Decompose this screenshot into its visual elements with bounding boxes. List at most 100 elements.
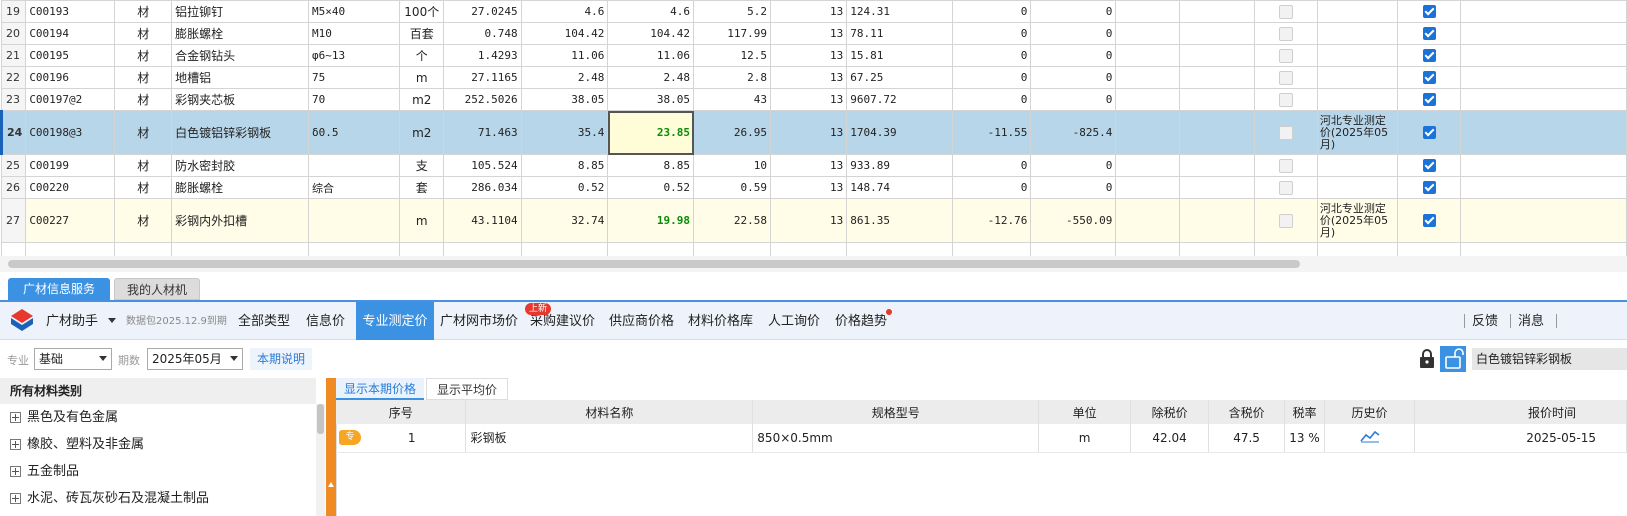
checkbox-checked-icon[interactable] — [1422, 126, 1436, 140]
difference-total[interactable]: -550.09 — [1030, 198, 1117, 243]
lock-checkbox[interactable] — [1254, 44, 1318, 67]
budget-price[interactable]: 104.42 — [520, 22, 609, 45]
row-number[interactable]: 20 — [0, 22, 27, 45]
difference-total[interactable]: 0 — [1030, 66, 1117, 89]
amount[interactable]: 67.25 — [846, 66, 954, 89]
row-number[interactable]: 24 — [0, 110, 27, 155]
material-unit[interactable]: m2 — [399, 110, 445, 155]
table-row[interactable]: 专 1 彩钢板 850×0.5mm m 42.04 47.5 13 % 2025… — [336, 424, 1627, 453]
checkbox-checked-icon[interactable] — [1422, 181, 1436, 195]
table-row[interactable]: 24 C00198@3 材白色镀铝锌彩钢板 δ0.5 m2 71.463 35.4 23.85… — [0, 110, 1627, 155]
tab-my-materials[interactable]: 我的人材机 — [114, 278, 200, 300]
material-code[interactable]: C00195 — [25, 44, 116, 67]
expand-icon[interactable] — [10, 412, 21, 423]
checkbox-checked-icon[interactable] — [1422, 159, 1436, 173]
price-source[interactable] — [1316, 66, 1399, 89]
budget-price[interactable]: 0.52 — [520, 176, 609, 199]
row-number[interactable]: 23 — [0, 88, 27, 111]
quantity[interactable]: 27.1165 — [443, 66, 522, 89]
quantity[interactable]: 1.4293 — [443, 44, 522, 67]
row-number[interactable]: 26 — [0, 176, 27, 199]
difference-total[interactable]: 0 — [1030, 22, 1117, 45]
tax-inclusive-price[interactable]: 12.5 — [693, 44, 772, 67]
budget-price[interactable]: 32.74 — [520, 198, 609, 243]
difference-total[interactable]: 0 — [1030, 0, 1117, 23]
tab-average-price[interactable]: 显示平均价 — [426, 378, 508, 400]
material-code[interactable]: C00196 — [25, 66, 116, 89]
period-notes-link[interactable]: 本期说明 — [250, 348, 313, 370]
material-unit[interactable]: m2 — [399, 88, 445, 111]
tree-scrollbar-thumb[interactable] — [317, 404, 324, 434]
table-row[interactable]: 25 C00199 材防水密封胶支 105.524 8.85 8.85 10 13 933.89… — [0, 154, 1627, 177]
selected-checkbox[interactable] — [1397, 0, 1462, 23]
tree-item-ferrous-metals[interactable]: 黑色及有色金属 — [10, 408, 118, 428]
menu-price-library[interactable]: 材料价格库 — [688, 302, 753, 340]
price-source[interactable] — [1316, 154, 1399, 177]
amount[interactable]: 933.89 — [846, 154, 954, 177]
tax-rate[interactable]: 13 — [770, 44, 848, 67]
tax-inclusive-price[interactable]: 2.8 — [693, 66, 772, 89]
material-type[interactable]: 材 — [114, 110, 173, 155]
tree-scrollbar[interactable] — [316, 404, 325, 516]
material-unit[interactable]: 100个 — [399, 0, 445, 23]
tax-inclusive-price[interactable]: 0.59 — [693, 176, 772, 199]
market-price[interactable]: 0.52 — [607, 176, 695, 199]
lock-checkbox-icon[interactable] — [1279, 180, 1294, 195]
material-type[interactable]: 材 — [114, 88, 173, 111]
budget-price[interactable]: 8.85 — [520, 154, 609, 177]
price-source[interactable] — [1316, 176, 1399, 199]
row-number[interactable]: 21 — [0, 44, 27, 67]
lock-checkbox-icon[interactable] — [1279, 70, 1294, 85]
quantity[interactable]: 43.1104 — [443, 198, 522, 243]
tree-item-cement-bricks[interactable]: 水泥、砖瓦灰砂石及混凝土制品 — [10, 489, 209, 509]
price-difference[interactable]: 0 — [952, 0, 1032, 23]
collapse-handle[interactable] — [326, 378, 336, 516]
lock-checkbox-icon[interactable] — [1279, 213, 1294, 228]
selected-checkbox[interactable] — [1397, 198, 1462, 243]
material-name[interactable]: 防水密封胶 — [171, 154, 309, 177]
tax-inclusive-price[interactable]: 117.99 — [693, 22, 772, 45]
difference-total[interactable]: -825.4 — [1030, 110, 1117, 155]
tax-rate[interactable]: 13 — [770, 110, 848, 155]
material-unit[interactable]: 百套 — [399, 22, 445, 45]
tab-guangcai-info-service[interactable]: 广材信息服务 — [8, 278, 110, 300]
material-code[interactable]: C00199 — [25, 154, 116, 177]
tree-item-hardware[interactable]: 五金制品 — [10, 462, 79, 482]
material-spec[interactable]: φ6~13 — [307, 44, 401, 67]
checkbox-checked-icon[interactable] — [1422, 49, 1436, 63]
material-spec[interactable] — [307, 154, 401, 177]
brand-name[interactable]: 广材助手 — [46, 302, 98, 340]
lock-checkbox-icon[interactable] — [1279, 125, 1294, 140]
row-number[interactable]: 25 — [0, 154, 27, 177]
menu-professional-price[interactable]: 专业测定价 — [356, 302, 434, 340]
quantity[interactable]: 0.748 — [443, 22, 522, 45]
row-number[interactable]: 27 — [0, 198, 27, 243]
lock-checkbox[interactable] — [1254, 198, 1318, 243]
amount[interactable]: 148.74 — [846, 176, 954, 199]
lock-checkbox-icon[interactable] — [1279, 26, 1294, 41]
selected-checkbox[interactable] — [1397, 88, 1462, 111]
amount[interactable]: 78.11 — [846, 22, 954, 45]
lock-checkbox-icon[interactable] — [1279, 92, 1294, 107]
horizontal-scrollbar[interactable] — [0, 256, 1627, 272]
material-spec[interactable]: M10 — [307, 22, 401, 45]
lock-checkbox-icon[interactable] — [1279, 48, 1294, 63]
price-difference[interactable]: 0 — [952, 154, 1032, 177]
table-row[interactable]: 27 C00227 材彩钢内外扣槽 m 43.1104 32.74 19.98 22.58 13… — [0, 198, 1627, 243]
menu-all-types[interactable]: 全部类型 — [238, 302, 290, 340]
material-unit[interactable]: 个 — [399, 44, 445, 67]
material-name[interactable]: 合金钢钻头 — [171, 44, 309, 67]
lock-checkbox-icon[interactable] — [1279, 4, 1294, 19]
quantity[interactable]: 252.5026 — [443, 88, 522, 111]
amount[interactable]: 861.35 — [846, 198, 954, 243]
material-type[interactable]: 材 — [114, 154, 173, 177]
difference-total[interactable]: 0 — [1030, 176, 1117, 199]
lock-checkbox[interactable] — [1254, 88, 1318, 111]
material-unit[interactable]: m — [399, 198, 445, 243]
price-difference[interactable]: 0 — [952, 176, 1032, 199]
price-source[interactable] — [1316, 0, 1399, 23]
trend-chart-icon[interactable] — [1359, 429, 1380, 443]
price-difference[interactable]: -11.55 — [952, 110, 1032, 155]
price-source[interactable] — [1316, 88, 1399, 111]
tax-rate[interactable]: 13 — [770, 66, 848, 89]
